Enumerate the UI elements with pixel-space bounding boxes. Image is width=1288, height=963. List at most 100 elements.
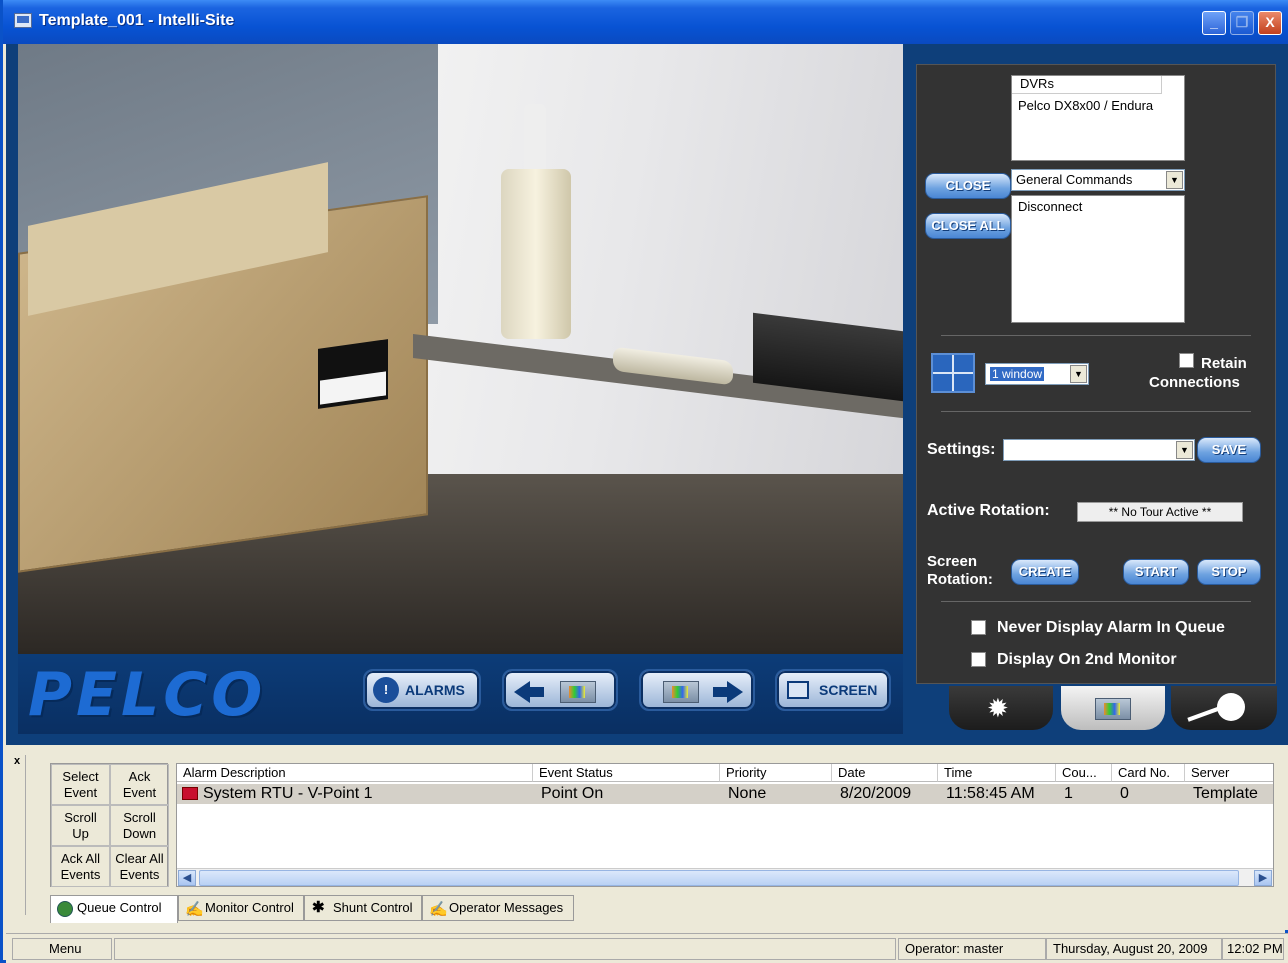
ack-all-line2: Events xyxy=(60,867,101,882)
arrow-right-tail xyxy=(713,687,729,697)
column-header[interactable]: Date xyxy=(832,764,938,782)
camera-video-feed[interactable] xyxy=(18,44,903,654)
dropdown-arrow-icon[interactable]: ▼ xyxy=(1070,365,1087,383)
queue-buttons: Select Event Ack Event Scroll Up Scroll Down… xyxy=(50,763,169,887)
dvr-list[interactable]: DVRs Pelco DX8x00 / Endura xyxy=(1011,75,1185,161)
ack-event-line1: Ack xyxy=(128,769,151,784)
scroll-left-icon[interactable]: ◀ xyxy=(178,870,196,886)
command-item-disconnect[interactable]: Disconnect xyxy=(1018,199,1178,214)
server: Template xyxy=(1193,785,1258,802)
scroll-thumb[interactable] xyxy=(199,870,1239,886)
ack-all-events-button[interactable]: Ack All Events xyxy=(51,846,110,887)
active-rotation-label: Active Rotation: xyxy=(927,502,1050,519)
command-select[interactable]: General Commands ▼ xyxy=(1011,169,1185,191)
select-event-line2: Event xyxy=(63,785,98,800)
screen-label: SCREEN xyxy=(819,682,878,698)
column-header[interactable]: Card No. xyxy=(1112,764,1185,782)
never-display-checkbox[interactable] xyxy=(971,620,986,635)
scroll-up-line2: Up xyxy=(72,826,89,841)
select-event-button[interactable]: Select Event xyxy=(51,764,110,805)
tab-queue-control[interactable]: Queue Control xyxy=(50,895,178,923)
clear-all-events-button[interactable]: Clear All Events xyxy=(110,846,169,887)
tab-camera[interactable] xyxy=(1061,686,1165,730)
close-connection-button[interactable]: CLOSE xyxy=(925,173,1011,199)
scroll-right-icon[interactable]: ▶ xyxy=(1254,870,1272,886)
tab-label: Operator Messages xyxy=(449,900,564,915)
settings-label: Settings: xyxy=(927,441,996,458)
clear-all-line2: Events xyxy=(119,867,160,882)
arrow-right-icon xyxy=(727,681,743,703)
time-status: 12:02 PM xyxy=(1222,938,1284,960)
column-header[interactable]: Time xyxy=(938,764,1056,782)
table-row[interactable]: System RTU - V-Point 1 Point On None 8/2… xyxy=(177,784,1273,804)
ack-event-line2: Event xyxy=(122,785,157,800)
tab-operator-messages[interactable]: ✍ Operator Messages xyxy=(422,895,574,921)
column-header[interactable]: Alarm Description xyxy=(177,764,533,782)
previous-camera-button[interactable] xyxy=(502,669,618,711)
pelco-logo: PELCO xyxy=(28,660,267,730)
screen-button[interactable]: SCREEN xyxy=(775,669,891,711)
never-display-label: Never Display Alarm In Queue xyxy=(997,619,1225,636)
save-button[interactable]: SAVE xyxy=(1197,437,1261,463)
card-number: 0 xyxy=(1120,785,1129,802)
video-box-label xyxy=(318,339,388,409)
column-header[interactable]: Event Status xyxy=(533,764,720,782)
clear-all-line1: Clear All xyxy=(115,851,164,866)
next-camera-button[interactable] xyxy=(639,669,755,711)
scroll-down-button[interactable]: Scroll Down xyxy=(110,805,169,846)
tab-label: Shunt Control xyxy=(333,900,413,915)
minimize-button[interactable]: _ xyxy=(1202,11,1226,35)
column-header[interactable]: Server xyxy=(1185,764,1273,782)
create-button[interactable]: CREATE xyxy=(1011,559,1079,585)
tab-shunt-control[interactable]: ✱ Shunt Control xyxy=(304,895,422,921)
start-button[interactable]: START xyxy=(1123,559,1189,585)
divider xyxy=(941,335,1251,336)
arrow-left-tail xyxy=(528,687,544,697)
window-title: Template_001 - Intelli-Site xyxy=(39,12,235,29)
dropdown-arrow-icon[interactable]: ▼ xyxy=(1176,441,1193,459)
scroll-down-line2: Down xyxy=(122,826,157,841)
ack-event-button[interactable]: Ack Event xyxy=(110,764,169,805)
scroll-up-line1: Scroll xyxy=(64,810,97,825)
screen-rotation-label-2: Rotation: xyxy=(927,571,993,588)
scroll-down-line1: Scroll xyxy=(123,810,156,825)
dropdown-arrow-icon[interactable]: ▼ xyxy=(1166,171,1183,189)
menu-button[interactable]: Menu xyxy=(12,938,112,960)
command-list[interactable]: Disconnect xyxy=(1011,195,1185,323)
scroll-up-button[interactable]: Scroll Up xyxy=(51,805,110,846)
close-dock-icon[interactable]: x xyxy=(14,755,25,767)
maximize-button[interactable]: ❐ xyxy=(1230,11,1254,35)
main-area: PELCO ! ALARMS SCREEN DVRs Pelco DX8x00 … xyxy=(6,44,1288,745)
window-layout-icon[interactable] xyxy=(931,353,975,393)
event-status: Point On xyxy=(541,785,604,802)
tab-settings[interactable]: ✹ xyxy=(949,686,1053,730)
settings-select[interactable]: ▼ xyxy=(1003,439,1195,461)
status-bar: Menu Operator: master Thursday, August 2… xyxy=(6,933,1288,963)
time: 11:58:45 AM xyxy=(946,785,1035,802)
retain-label: Retain xyxy=(1201,355,1247,372)
alarms-button[interactable]: ! ALARMS xyxy=(363,669,481,711)
horizontal-scrollbar[interactable]: ◀ ▶ xyxy=(177,868,1273,886)
handshake-icon: ✍ xyxy=(429,901,448,918)
second-monitor-checkbox[interactable] xyxy=(971,652,986,667)
handshake-icon: ✍ xyxy=(185,901,204,918)
alarm-camera-icon xyxy=(182,787,198,800)
close-all-button[interactable]: CLOSE ALL xyxy=(925,213,1011,239)
select-event-line1: Select xyxy=(62,769,99,784)
stop-button[interactable]: STOP xyxy=(1197,559,1261,585)
column-header[interactable]: Priority xyxy=(720,764,832,782)
camera-icon xyxy=(560,681,596,703)
second-monitor-label: Display On 2nd Monitor xyxy=(997,651,1177,668)
screen-icon xyxy=(787,681,809,699)
title-bar[interactable]: Template_001 - Intelli-Site _ ❐ X xyxy=(3,0,1288,44)
retain-connections-checkbox[interactable] xyxy=(1179,353,1194,368)
tab-search[interactable] xyxy=(1171,686,1277,730)
alarms-label: ALARMS xyxy=(405,682,465,698)
connections-label: Connections xyxy=(1149,374,1240,391)
window-count-select[interactable]: 1 window ▼ xyxy=(985,363,1089,385)
tab-monitor-control[interactable]: ✍ Monitor Control xyxy=(178,895,304,921)
column-header[interactable]: Cou... xyxy=(1056,764,1112,782)
dvr-list-item[interactable]: Pelco DX8x00 / Endura xyxy=(1018,98,1153,113)
close-button[interactable]: X xyxy=(1258,11,1282,35)
search-icon xyxy=(1217,693,1245,721)
